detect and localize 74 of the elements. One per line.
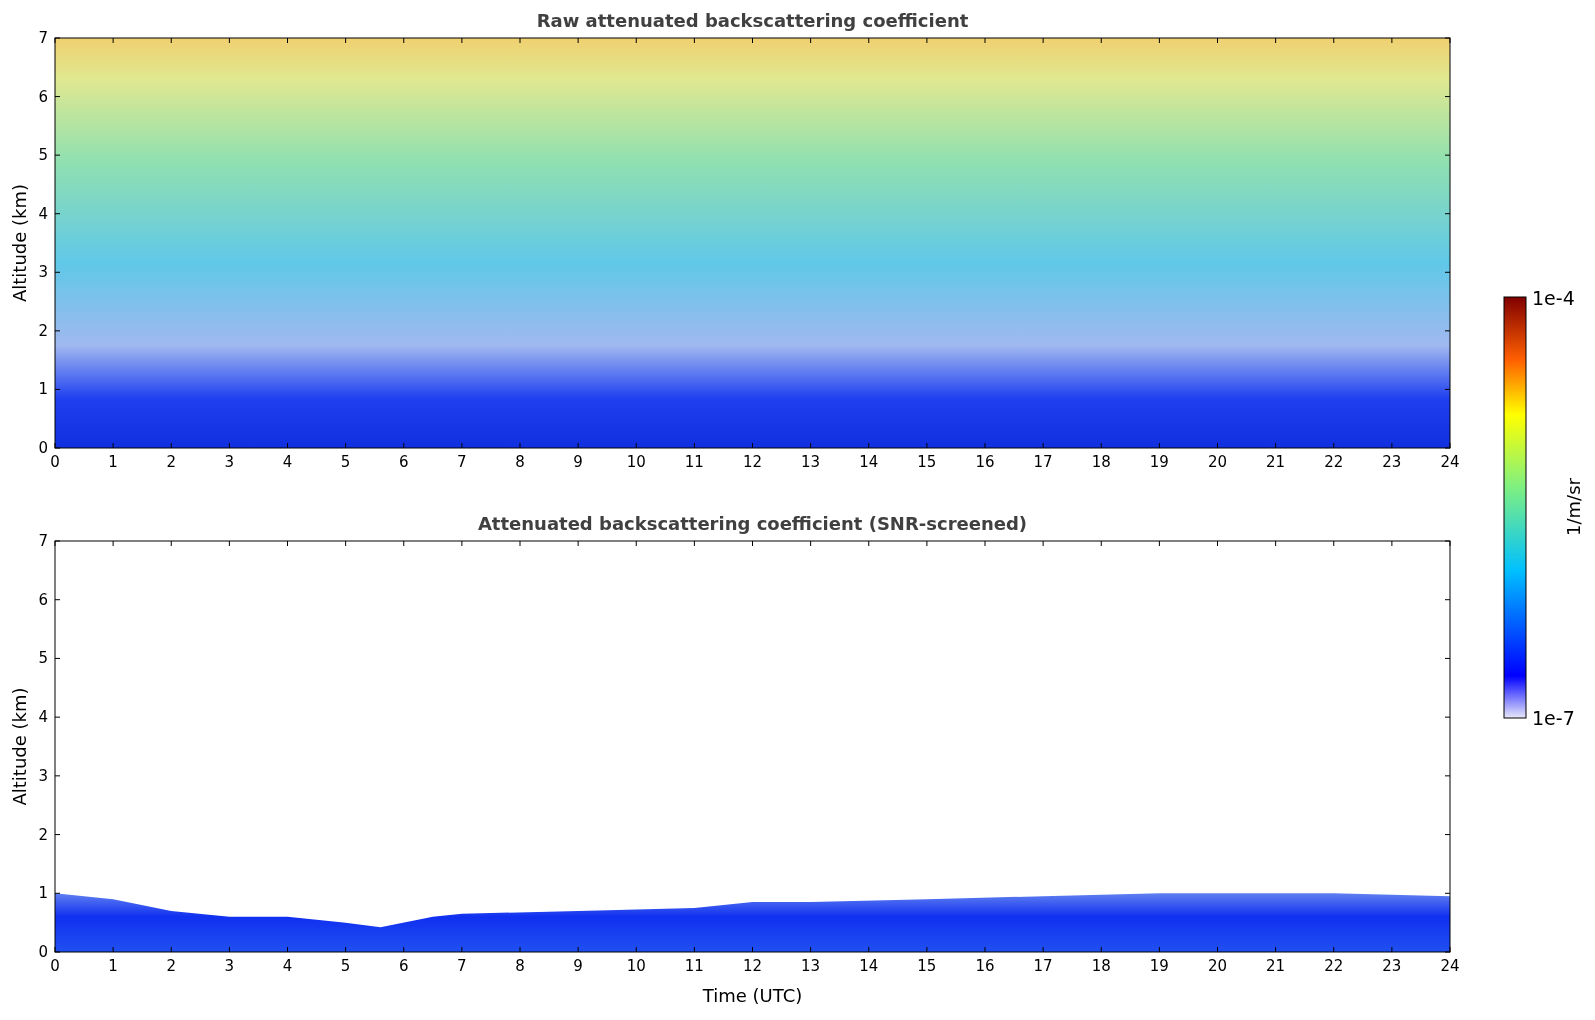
x-tick-label: 13 — [801, 957, 821, 975]
x-tick-label: 23 — [1382, 957, 1402, 975]
x-tick-label: 11 — [684, 453, 704, 471]
x-tick-label: 17 — [1033, 957, 1053, 975]
y-axis-label: Altitude (km) — [9, 687, 30, 806]
x-tick-label: 24 — [1440, 957, 1460, 975]
x-tick-label: 16 — [975, 453, 995, 471]
x-tick-label: 19 — [1149, 957, 1169, 975]
x-tick-label: 7 — [457, 453, 467, 471]
y-tick-label: 1 — [38, 380, 48, 399]
x-tick-label: 12 — [742, 453, 763, 471]
x-tick-label: 9 — [573, 957, 583, 975]
x-tick-label: 17 — [1033, 453, 1053, 471]
x-tick-label: 15 — [917, 453, 937, 471]
x-tick-label: 18 — [1091, 453, 1111, 471]
x-tick-label: 8 — [515, 453, 525, 471]
y-tick-label: 7 — [38, 532, 48, 550]
y-tick-label: 0 — [38, 943, 48, 961]
y-tick-label: 5 — [38, 649, 48, 668]
x-tick-label: 18 — [1091, 957, 1111, 975]
x-tick-label: 3 — [224, 957, 235, 975]
x-tick-label: 6 — [399, 957, 409, 975]
chart-title: Attenuated backscattering coefficient (SNR-screened) — [477, 513, 1028, 534]
x-axis-label: Time (UTC) — [702, 985, 803, 1006]
x-tick-label: 21 — [1266, 453, 1286, 471]
x-tick-label: 14 — [859, 957, 879, 975]
x-tick-label: 0 — [50, 957, 60, 975]
x-tick-label: 10 — [626, 957, 646, 975]
x-tick-label: 22 — [1324, 453, 1344, 471]
x-tick-label: 21 — [1266, 957, 1286, 975]
y-tick-label: 7 — [38, 29, 48, 47]
x-tick-label: 12 — [742, 957, 763, 975]
x-tick-label: 3 — [224, 453, 235, 471]
x-tick-label: 5 — [340, 453, 351, 471]
x-tick-label: 23 — [1382, 453, 1402, 471]
y-tick-label: 4 — [38, 708, 48, 727]
x-tick-label: 2 — [166, 453, 176, 471]
y-tick-label: 5 — [38, 146, 48, 165]
x-tick-label: 14 — [859, 453, 879, 471]
y-tick-label: 3 — [38, 263, 48, 282]
x-tick-label: 1 — [108, 453, 118, 471]
x-tick-label: 7 — [457, 957, 467, 975]
x-tick-label: 2 — [166, 957, 176, 975]
x-tick-label: 13 — [801, 453, 821, 471]
y-tick-label: 3 — [38, 766, 48, 785]
x-tick-label: 4 — [282, 453, 293, 471]
chart-title: Raw attenuated backscattering coefficient — [536, 10, 969, 31]
x-tick-label: 19 — [1149, 453, 1169, 471]
x-tick-label: 0 — [50, 453, 60, 471]
x-tick-label: 10 — [626, 453, 646, 471]
y-tick-label: 6 — [38, 590, 48, 609]
colorbar-unit-label: 1/m/sr — [1563, 478, 1584, 536]
y-tick-label: 0 — [38, 439, 48, 457]
y-tick-label: 1 — [38, 884, 48, 903]
x-tick-label: 16 — [975, 957, 995, 975]
x-tick-label: 20 — [1207, 453, 1228, 471]
x-tick-label: 15 — [917, 957, 937, 975]
x-tick-label: 4 — [282, 957, 293, 975]
colorbar-max-label: 1e-4 — [1532, 287, 1575, 309]
colorbar-min-label: 1e-7 — [1532, 707, 1575, 729]
y-axis-label: Altitude (km) — [9, 183, 30, 303]
x-tick-label: 11 — [684, 957, 704, 975]
x-tick-label: 24 — [1440, 453, 1460, 471]
x-tick-label: 9 — [573, 453, 583, 471]
x-tick-label: 20 — [1207, 957, 1228, 975]
y-tick-label: 2 — [38, 825, 48, 844]
y-tick-label: 6 — [38, 87, 48, 106]
y-tick-label: 4 — [38, 204, 48, 223]
y-tick-label: 2 — [38, 321, 48, 340]
x-tick-label: 1 — [108, 957, 118, 975]
x-tick-label: 5 — [340, 957, 351, 975]
x-tick-label: 6 — [399, 453, 409, 471]
x-tick-label: 22 — [1324, 957, 1344, 975]
x-tick-label: 8 — [515, 957, 525, 975]
